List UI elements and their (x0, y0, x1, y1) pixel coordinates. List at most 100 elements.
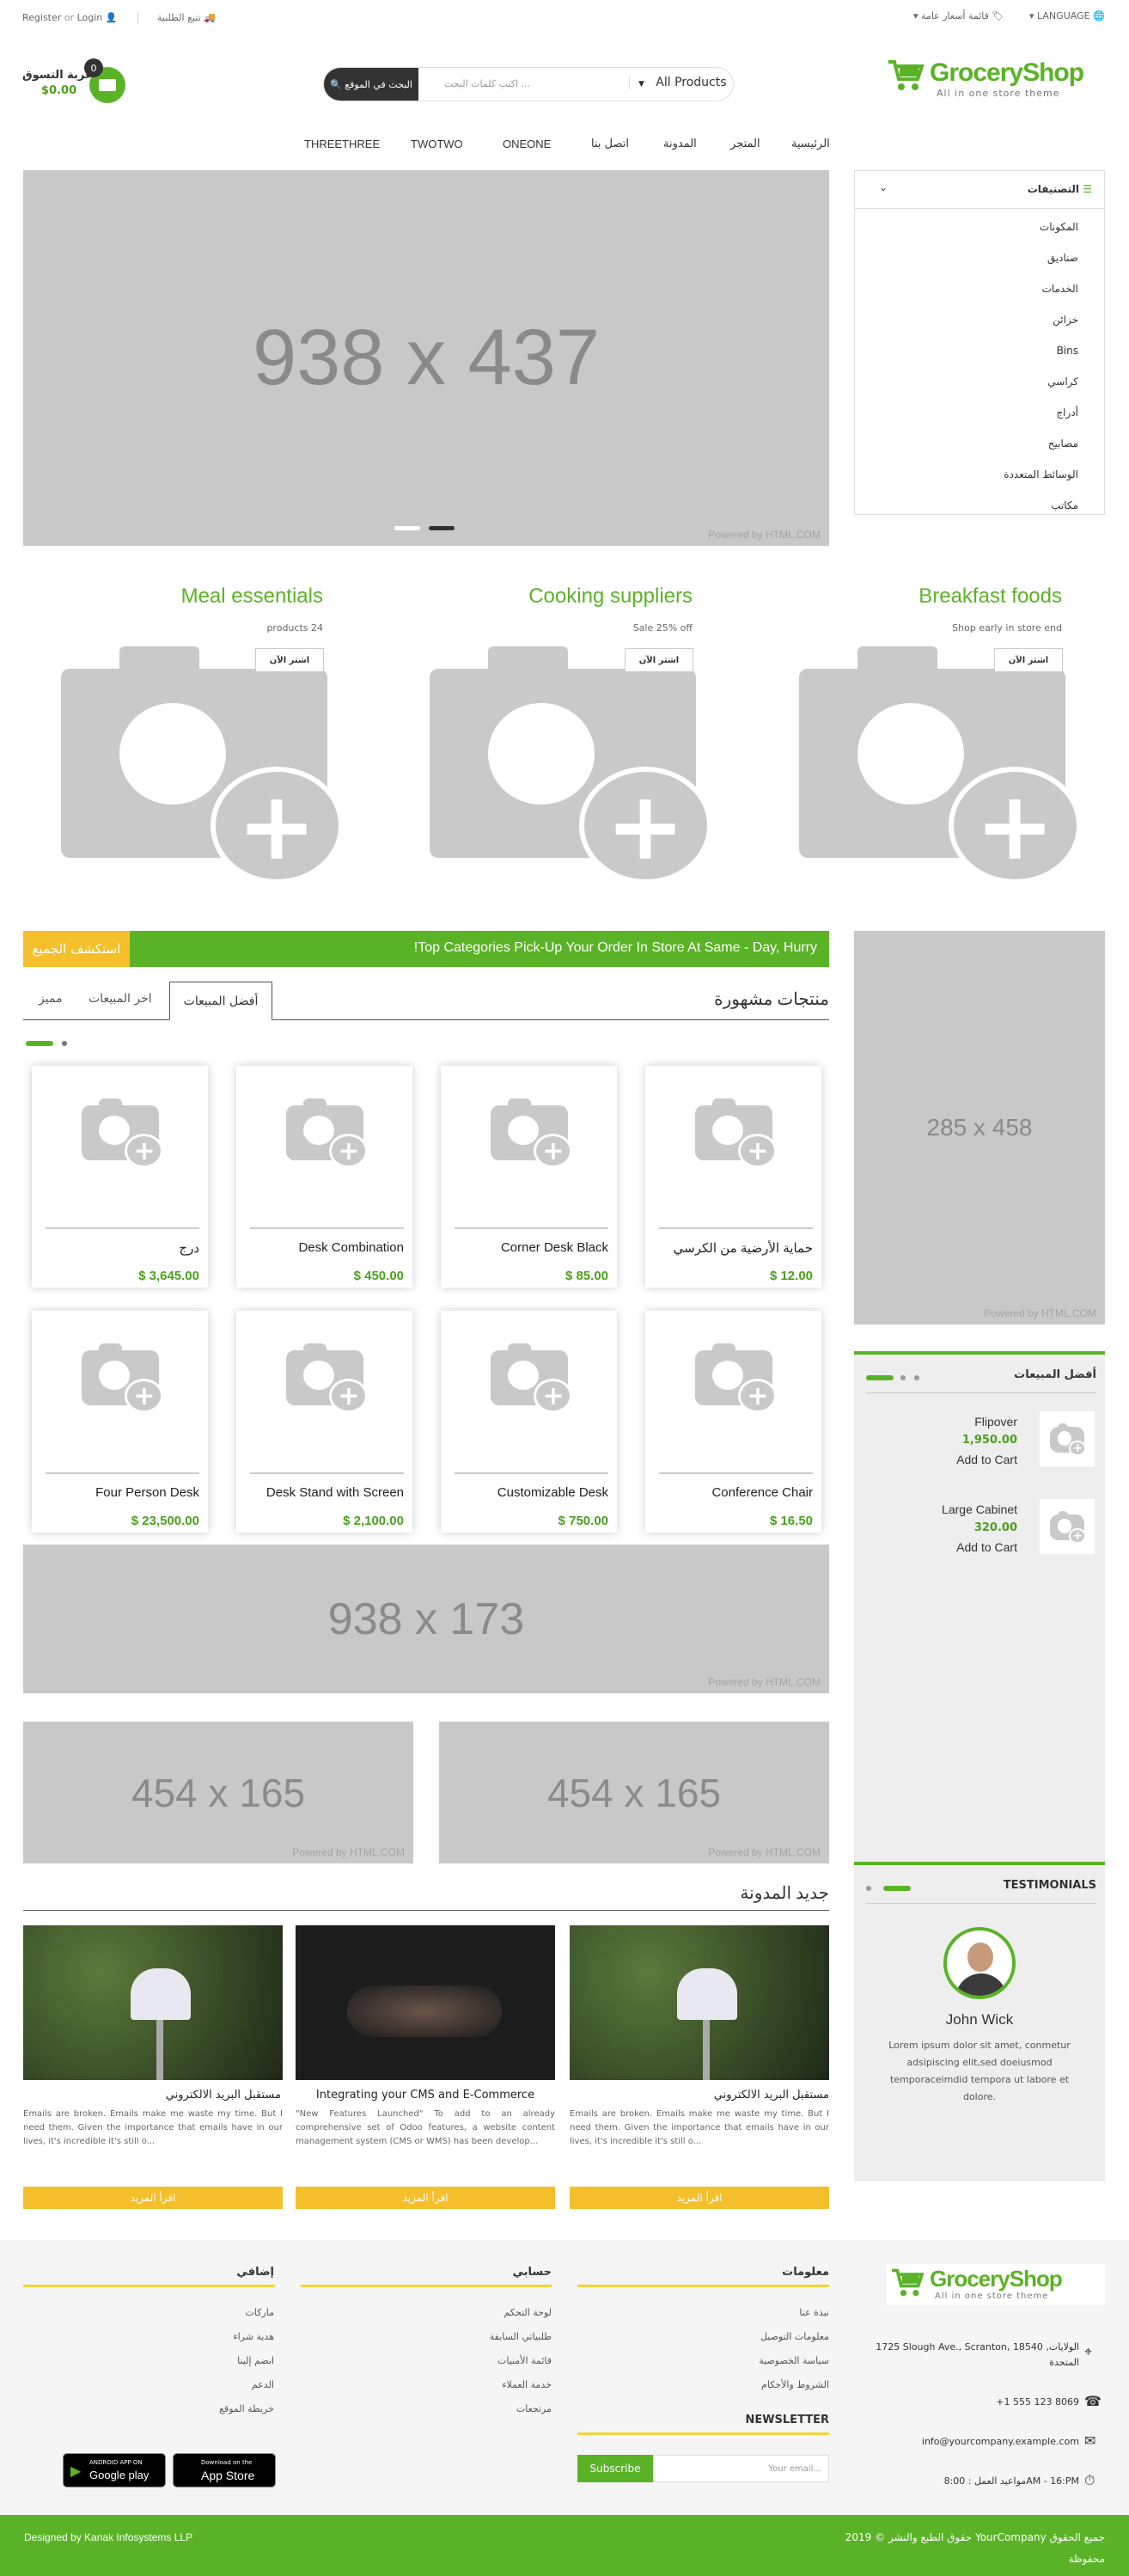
product-card[interactable]: + Four Person Desk $ 23,500.00 (32, 1311, 208, 1533)
nav-home[interactable]: الرئيسية (791, 138, 830, 150)
login-link[interactable]: Login (77, 12, 103, 23)
search-input[interactable]: اكتب كلمات البحث ... (444, 78, 530, 89)
product-card[interactable]: + Customizable Desk $ 750.00 (441, 1311, 617, 1533)
search-button[interactable]: 🔍 البحث في الموقع (324, 68, 418, 101)
footer-link[interactable]: قائمة الأمنيات (497, 2355, 552, 2366)
product-price: $ 2,100.00 (343, 1514, 404, 1528)
promo-image-icon: + (430, 646, 712, 884)
footer-logo[interactable]: GroceryShop All in one store theme (887, 2264, 1105, 2305)
product-card[interactable]: + Desk Combination $ 450.00 (236, 1066, 412, 1288)
explore-all-button[interactable]: استكشف الجميع (23, 931, 130, 967)
carousel-dot-3[interactable] (914, 1375, 919, 1380)
category-item[interactable]: الوسائط المتعددة (1004, 468, 1078, 480)
site-logo[interactable]: GroceryShop (930, 58, 1084, 88)
carousel-dot-1[interactable] (26, 1041, 53, 1046)
promo-shop-button[interactable]: اشتر الآن (625, 648, 693, 672)
slider-dot-2[interactable] (429, 526, 455, 530)
product-card[interactable]: + درج $ 3,645.00 (32, 1066, 208, 1288)
bestseller-thumb[interactable]: + (1040, 1411, 1095, 1466)
nav-shop[interactable]: المتجر (730, 138, 760, 150)
half-banner[interactable]: 454 x 165 Powered by HTML.COM (23, 1722, 413, 1863)
newsletter-email-input[interactable]: Your email... (653, 2455, 829, 2482)
footer-link[interactable]: مرتجعات (516, 2403, 552, 2414)
footer-link[interactable]: هدية شراء (233, 2331, 274, 2342)
category-item[interactable]: خزائن (1053, 314, 1078, 326)
tab-latest[interactable]: اخر المبيعات (88, 992, 152, 1006)
google-play-badge[interactable]: ▶ ANDROID APP ON Google play (63, 2453, 166, 2487)
blog-image[interactable] (296, 1925, 555, 2080)
language-dropdown[interactable]: ▾ LANGUAGE 🌐 (1029, 10, 1105, 21)
carousel-dot-2[interactable] (62, 1041, 67, 1046)
nav-blog[interactable]: المدونة (663, 138, 697, 150)
carousel-dot-1[interactable] (866, 1886, 871, 1891)
carousel-dot-1[interactable] (866, 1375, 894, 1380)
category-item[interactable]: أدراج (1056, 407, 1078, 419)
category-item[interactable]: كراسي (1047, 376, 1078, 388)
footer-email[interactable]: info@yourcompany.example.com (922, 2436, 1079, 2447)
register-link[interactable]: Register or Login 👤 (22, 12, 117, 23)
product-card[interactable]: + Desk Stand with Screen $ 2,100.00 (236, 1311, 412, 1533)
category-item[interactable]: المكونات (1040, 221, 1078, 233)
category-select[interactable]: ▼ All Products (629, 76, 727, 89)
tab-featured[interactable]: مميز (39, 992, 63, 1006)
half-banner[interactable]: 454 x 165 Powered by HTML.COM (439, 1722, 829, 1863)
featured-divider (23, 1019, 829, 1020)
bestseller-name[interactable]: Flipover (974, 1415, 1017, 1429)
product-name: Corner Desk Black (500, 1240, 608, 1255)
bestseller-thumb[interactable]: + (1040, 1499, 1095, 1554)
wide-banner[interactable]: 938 x 173 Powered by HTML.COM (23, 1545, 829, 1693)
blog-post-title[interactable]: مستقبل البريد الالكتروني (714, 2089, 829, 2102)
subscribe-button[interactable]: Subscribe (577, 2455, 653, 2482)
footer-address: 1725 Slough Ave., Scranton, 18540 ,الولا… (876, 2341, 1079, 2368)
footer-link[interactable]: خدمة العملاء (502, 2379, 552, 2390)
tab-best-sellers[interactable]: أفضل المبيعات (169, 982, 272, 1020)
footer-link[interactable]: طلبياتي السابقة (490, 2331, 552, 2342)
blog-post-title[interactable]: مستقبل البريد الالكتروني (166, 2089, 281, 2102)
blog-post-title[interactable]: Integrating your CMS and E-Commerce (296, 2089, 555, 2102)
carousel-dot-2[interactable] (883, 1886, 911, 1891)
category-item[interactable]: صناديق (1047, 252, 1078, 264)
promo-shop-button[interactable]: اشتر الآن (994, 648, 1063, 672)
bestseller-name[interactable]: Large Cabinet (942, 1502, 1017, 1516)
promo-image-icon: + (61, 646, 344, 884)
add-to-cart-button[interactable]: Add to Cart (956, 1540, 1017, 1554)
footer-link[interactable]: الشروط والأحكام (761, 2379, 829, 2390)
footer-link[interactable]: نبذة عنا (799, 2307, 829, 2318)
blog-image[interactable] (23, 1925, 283, 2080)
product-card[interactable]: + Conference Chair $ 16.50 (645, 1311, 821, 1533)
product-name: Desk Stand with Screen (265, 1485, 404, 1500)
app-store-badge[interactable]: Download on the App Store (173, 2453, 276, 2487)
footer-link[interactable]: خريطة الموقع (219, 2403, 274, 2414)
blog-image[interactable] (570, 1925, 829, 2080)
product-card[interactable]: + Corner Desk Black $ 85.00 (441, 1066, 617, 1288)
slider-dot-1[interactable] (394, 526, 420, 530)
footer-link[interactable]: سياسة الخصوصية (759, 2355, 829, 2366)
nav-threethree[interactable]: THREETHREE (304, 138, 380, 150)
read-more-button[interactable]: اقرأ المزيد (23, 2187, 283, 2209)
category-item[interactable]: Bins (1057, 345, 1078, 357)
product-card[interactable]: + حماية الأرضية من الكرسي $ 12.00 (645, 1066, 821, 1288)
category-item[interactable]: الخدمات (1042, 283, 1078, 295)
footer-link[interactable]: لوحة التحكم (504, 2307, 552, 2318)
cart-button[interactable]: 0 (84, 58, 125, 103)
pricelist-dropdown[interactable]: ▾ قائمة أسعار عامة 🏷 (913, 10, 1004, 21)
footer-link[interactable]: انضم إلينا (237, 2355, 274, 2366)
footer-link[interactable]: معلومات التوصيل (760, 2331, 829, 2342)
side-banner[interactable]: 285 x 458 Powered by HTML.COM (854, 931, 1105, 1325)
footer-link[interactable]: الدعم (252, 2379, 274, 2390)
hero-slider[interactable]: 938 x 437 Powered by HTML.COM (23, 170, 829, 546)
nav-contact[interactable]: اتصل بنا (591, 138, 629, 150)
add-to-cart-button[interactable]: Add to Cart (956, 1453, 1017, 1466)
promo-shop-button[interactable]: اشتر الآن (255, 648, 324, 672)
track-order-link[interactable]: تتبع الطلبية 🚚 (137, 12, 216, 23)
category-item[interactable]: مكاتب (1051, 499, 1078, 511)
nav-twotwo[interactable]: TWOTWO (411, 138, 463, 150)
read-more-button[interactable]: اقرأ المزيد (296, 2187, 555, 2209)
nav-oneone[interactable]: ONEONE (503, 138, 551, 150)
carousel-dot-2[interactable] (900, 1375, 906, 1380)
read-more-button[interactable]: اقرأ المزيد (570, 2187, 829, 2209)
footer-link[interactable]: ماركات (246, 2307, 275, 2318)
category-item[interactable]: مصابيح (1048, 437, 1078, 450)
categories-header[interactable]: التصنيفات ☰ ⌄ (855, 171, 1104, 209)
designed-by[interactable]: Designed by Kanak Infosystems LLP (24, 2531, 192, 2543)
